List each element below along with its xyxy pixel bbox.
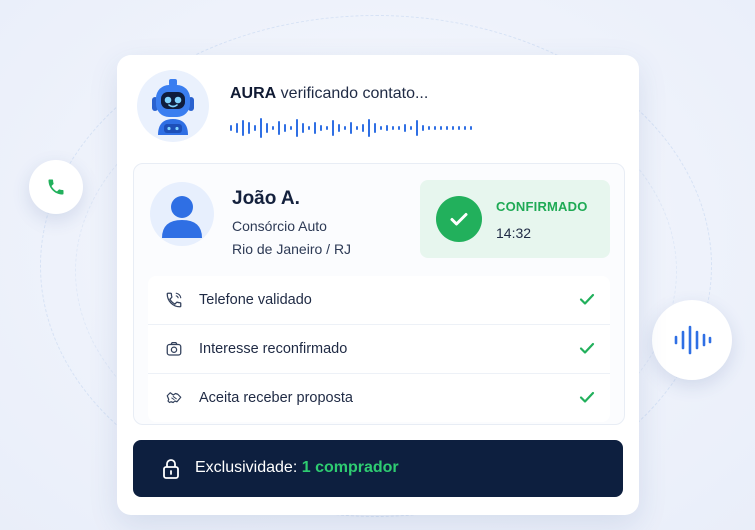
verification-checklist: Telefone validado Interesse reconfirmado [148, 276, 610, 422]
contact-name: João A. [232, 188, 300, 209]
exclusivity-text: Exclusividade: 1 comprador [195, 459, 399, 477]
floating-phone-button[interactable] [29, 160, 83, 214]
status-badge: CONFIRMADO 14:32 [420, 180, 610, 258]
contact-location: Rio de Janeiro / RJ [232, 241, 352, 257]
exclusivity-label: Exclusividade: [195, 459, 298, 476]
check-icon [579, 293, 595, 305]
checklist-label: Telefone validado [199, 292, 312, 308]
checklist-item-proposal: Aceita receber proposta [148, 373, 610, 422]
contact-avatar [150, 182, 214, 246]
person-icon [162, 196, 202, 238]
status-time: 14:32 [496, 225, 532, 241]
verification-card: AURA verificando contato... João A. Cons… [117, 55, 639, 515]
robot-avatar [137, 70, 209, 142]
check-icon [579, 342, 595, 354]
exclusivity-value: 1 comprador [301, 459, 399, 476]
confirmed-check-icon [436, 196, 482, 242]
lock-icon [163, 459, 179, 479]
checklist-label: Interesse reconfirmado [199, 341, 348, 357]
agent-status-text: verificando contato... [276, 85, 429, 102]
checklist-item-phone: Telefone validado [148, 276, 610, 324]
phone-icon [164, 290, 184, 310]
status-label: CONFIRMADO [496, 199, 588, 214]
agent-status-title: AURA verificando contato... [230, 85, 428, 103]
checklist-label: Aceita receber proposta [199, 390, 353, 406]
contact-panel: João A. Consórcio Auto Rio de Janeiro / … [133, 163, 625, 425]
checklist-item-interest: Interesse reconfirmado [148, 324, 610, 373]
voice-wave-icon [674, 325, 712, 355]
floating-voice-button[interactable] [652, 300, 732, 380]
contact-category: Consórcio Auto [232, 218, 327, 234]
audio-waveform [230, 118, 472, 138]
handshake-icon [164, 388, 184, 408]
exclusivity-bar: Exclusividade: 1 comprador [133, 440, 623, 497]
camera-icon [164, 339, 184, 359]
agent-name: AURA [230, 85, 277, 102]
check-icon [579, 391, 595, 403]
robot-icon [152, 79, 194, 135]
phone-icon [48, 179, 64, 195]
